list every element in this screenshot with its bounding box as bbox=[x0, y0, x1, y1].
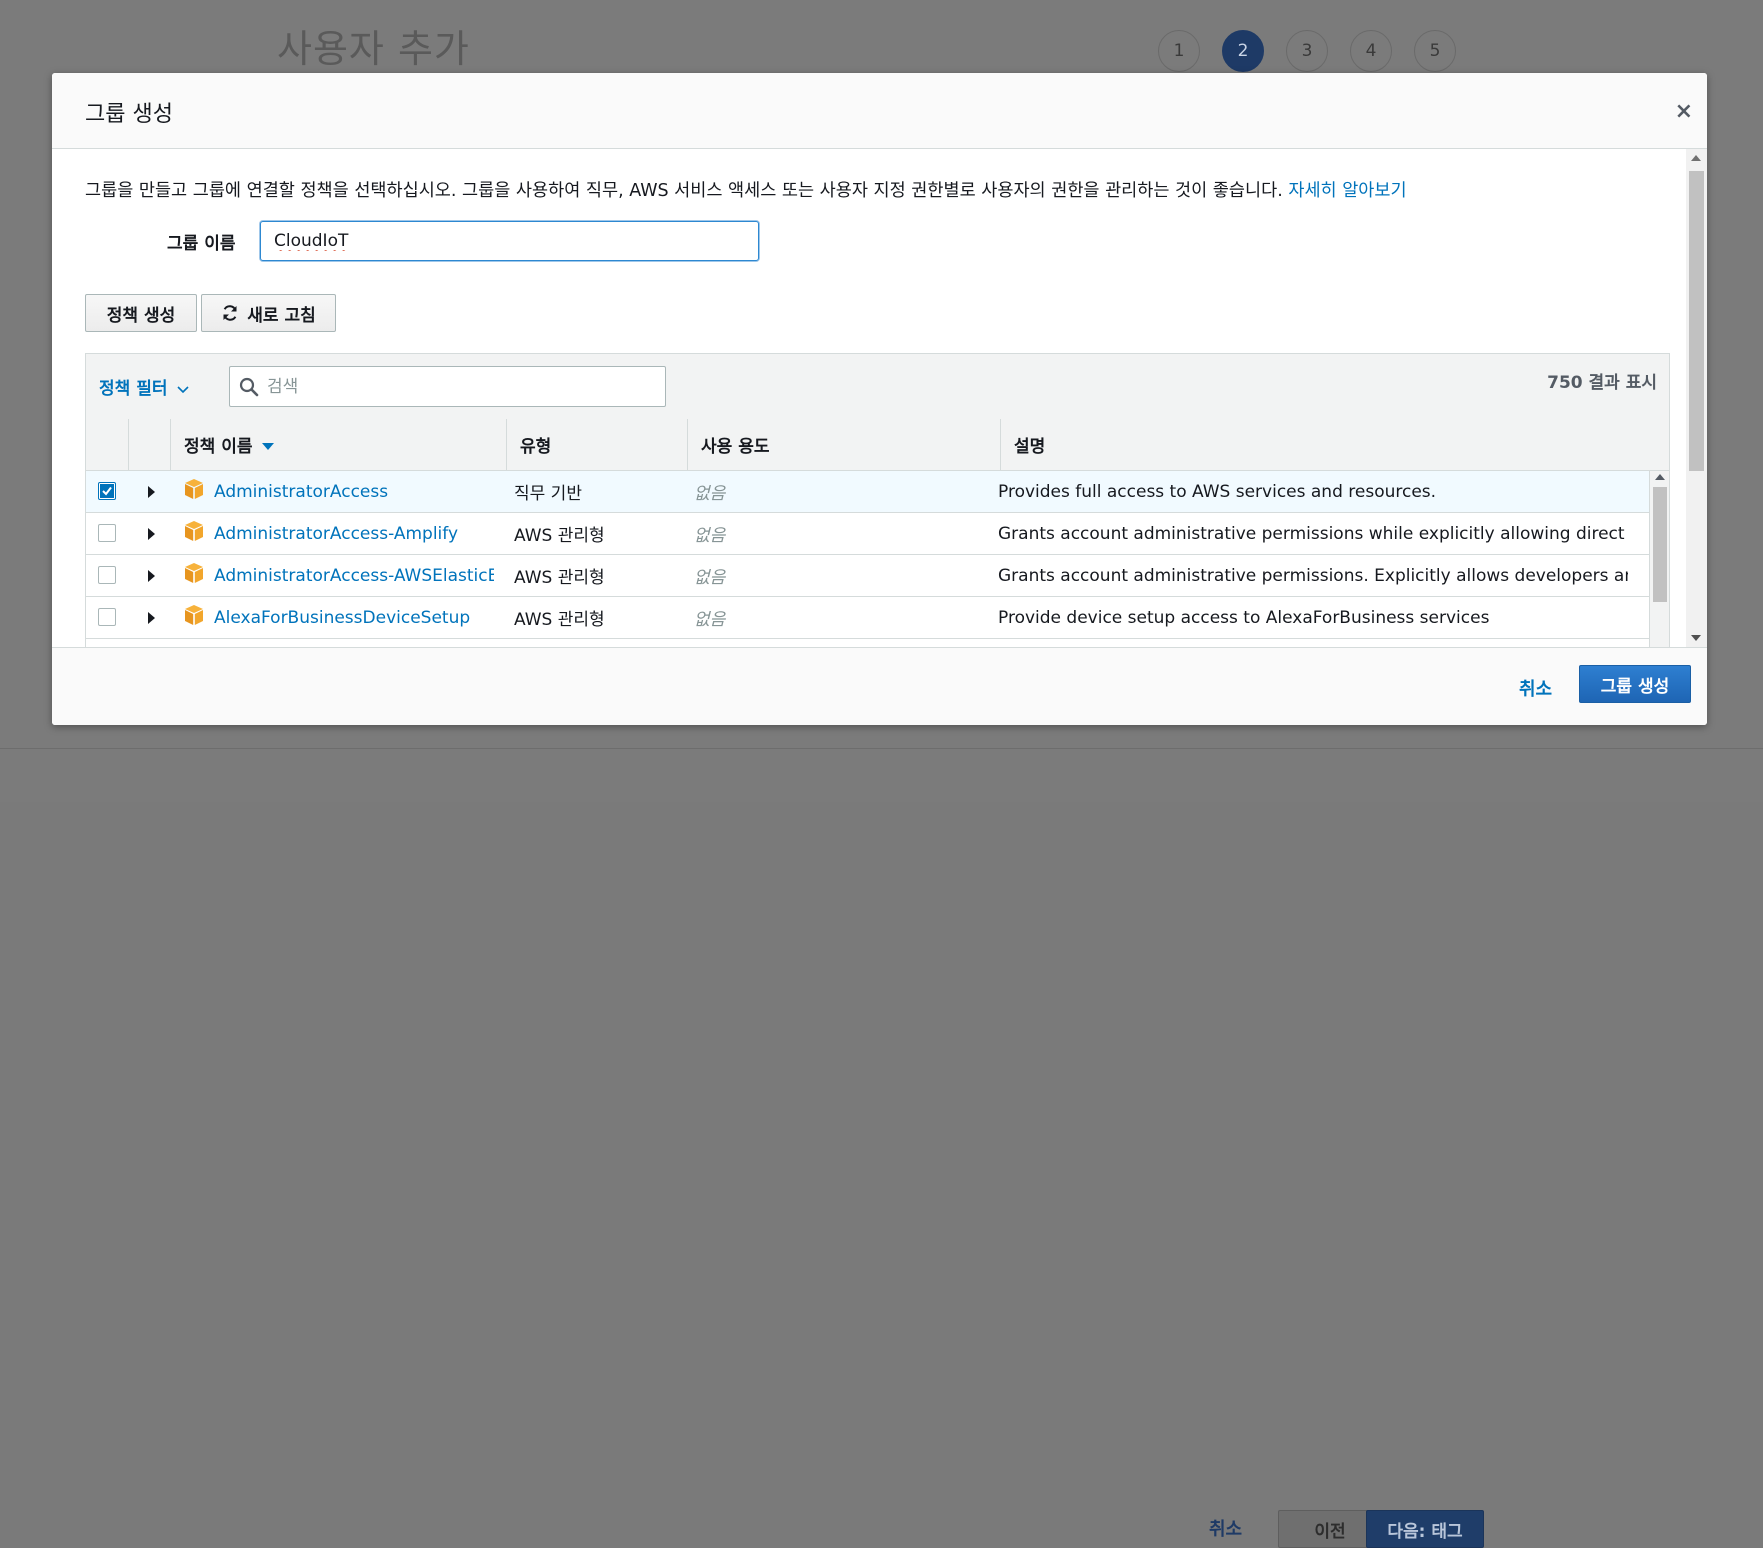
create-policy-label: 정책 생성 bbox=[106, 305, 176, 326]
expand-arrow-icon[interactable] bbox=[148, 528, 155, 540]
header-usage-label: 사용 용도 bbox=[701, 437, 770, 457]
search-icon bbox=[239, 377, 259, 396]
header-expand bbox=[128, 419, 170, 470]
policy-filter-label: 정책 필터 bbox=[99, 379, 168, 399]
policy-name-link[interactable]: AdministratorAccess-AWSElasticB... bbox=[214, 555, 494, 596]
policy-package-icon bbox=[185, 521, 203, 541]
dialog-body: 그룹을 만들고 그룹에 연결할 정책을 선택하십시오. 그룹을 사용하여 직무,… bbox=[52, 149, 1707, 647]
wizard-step-5: 5 bbox=[1414, 30, 1456, 72]
policy-type: AWS 관리형 bbox=[514, 610, 605, 630]
scroll-down-icon[interactable] bbox=[1691, 635, 1701, 641]
refresh-icon bbox=[223, 305, 237, 321]
wizard-step-1: 1 bbox=[1158, 30, 1200, 72]
page-cancel-button: 취소 bbox=[1209, 1519, 1243, 1540]
expand-arrow-icon[interactable] bbox=[148, 612, 155, 624]
policy-type: AWS 관리형 bbox=[514, 526, 605, 546]
wizard-step-3: 3 bbox=[1286, 30, 1328, 72]
table-header: 정책 이름 유형 사용 용도 설명 bbox=[86, 419, 1669, 471]
table-row[interactable]: AlexaForBusinessDeviceSetup AWS 관리형 없음 P… bbox=[86, 597, 1649, 639]
policy-name-link[interactable]: AdministratorAccess-Amplify bbox=[214, 513, 494, 554]
table-row[interactable]: AdministratorAccess-Amplify AWS 관리형 없음 G… bbox=[86, 513, 1649, 555]
expand-arrow-icon[interactable] bbox=[148, 486, 155, 498]
page-footer: 취소 이전 다음: 태그 bbox=[0, 748, 1763, 1548]
create-group-button[interactable]: 그룹 생성 bbox=[1579, 665, 1691, 703]
policy-usage: 없음 bbox=[694, 610, 726, 630]
header-type-label: 유형 bbox=[520, 437, 552, 457]
group-name-label: 그룹 이름 bbox=[167, 234, 236, 254]
dialog-scrollbar[interactable] bbox=[1686, 149, 1707, 647]
row-checkbox[interactable] bbox=[98, 524, 116, 542]
policy-table: 정책 필터 750 결과 표시 정책 bbox=[85, 353, 1670, 647]
result-count: 750 결과 표시 bbox=[1547, 373, 1657, 393]
row-checkbox[interactable] bbox=[98, 482, 116, 500]
policy-usage: 없음 bbox=[694, 526, 726, 546]
table-row[interactable]: AdministratorAccess 직무 기반 없음 Provides fu… bbox=[86, 471, 1649, 513]
policy-name-link[interactable]: AdministratorAccess bbox=[214, 471, 494, 512]
table-row[interactable] bbox=[86, 639, 1649, 647]
search-input[interactable] bbox=[265, 375, 649, 398]
page-next-button: 다음: 태그 bbox=[1366, 1510, 1484, 1548]
header-select bbox=[86, 419, 128, 470]
dialog-description: 그룹을 만들고 그룹에 연결할 정책을 선택하십시오. 그룹을 사용하여 직무,… bbox=[85, 177, 1407, 202]
policy-search bbox=[229, 366, 666, 407]
policy-description: Provide device setup access to AlexaForB… bbox=[998, 607, 1490, 628]
policy-package-icon bbox=[185, 563, 203, 583]
table-toolbar: 정책 필터 750 결과 표시 bbox=[86, 354, 1669, 420]
chevron-down-icon bbox=[177, 385, 190, 393]
row-checkbox[interactable] bbox=[98, 608, 116, 626]
policy-description: Grants account administrative permission… bbox=[998, 523, 1628, 544]
header-type[interactable]: 유형 bbox=[506, 419, 687, 470]
scroll-up-icon[interactable] bbox=[1691, 155, 1701, 161]
expand-arrow-icon[interactable] bbox=[148, 570, 155, 582]
policy-filter-dropdown[interactable]: 정책 필터 bbox=[99, 374, 190, 399]
cancel-button[interactable]: 취소 bbox=[1519, 675, 1552, 701]
wizard-step-2: 2 bbox=[1222, 30, 1264, 72]
table-row[interactable]: AdministratorAccess-AWSElasticB... AWS 관… bbox=[86, 555, 1649, 597]
wizard-steps: 1 2 3 4 5 bbox=[1158, 30, 1456, 72]
dialog-scroll-thumb[interactable] bbox=[1689, 171, 1704, 471]
learn-more-link[interactable]: 자세히 알아보기 bbox=[1288, 181, 1406, 201]
sort-desc-icon bbox=[262, 442, 275, 450]
refresh-button[interactable]: 새로 고침 bbox=[201, 294, 336, 332]
dialog-footer: 취소 그룹 생성 bbox=[52, 647, 1707, 725]
scroll-up-icon[interactable] bbox=[1655, 474, 1665, 480]
dialog-title: 그룹 생성 bbox=[85, 102, 173, 127]
create-policy-button[interactable]: 정책 생성 bbox=[85, 294, 197, 332]
close-icon[interactable]: × bbox=[1675, 99, 1693, 124]
create-group-dialog: 그룹 생성 × 그룹을 만들고 그룹에 연결할 정책을 선택하십시오. 그룹을 … bbox=[52, 73, 1707, 725]
policy-package-icon bbox=[185, 479, 203, 499]
dialog-header: 그룹 생성 × bbox=[52, 73, 1707, 149]
table-scroll-thumb[interactable] bbox=[1653, 487, 1667, 602]
policy-type: 직무 기반 bbox=[514, 484, 582, 504]
wizard-step-4: 4 bbox=[1350, 30, 1392, 72]
header-description[interactable]: 설명 bbox=[1000, 419, 1669, 470]
table-scrollbar[interactable] bbox=[1649, 471, 1669, 647]
description-text: 그룹을 만들고 그룹에 연결할 정책을 선택하십시오. 그룹을 사용하여 직무,… bbox=[85, 181, 1283, 201]
refresh-label: 새로 고침 bbox=[247, 305, 316, 326]
policy-name-link[interactable]: AlexaForBusinessDeviceSetup bbox=[214, 597, 494, 638]
page-title: 사용자 추가 bbox=[277, 27, 470, 71]
row-checkbox[interactable] bbox=[98, 566, 116, 584]
header-policy-name-label: 정책 이름 bbox=[184, 437, 253, 457]
group-name-input[interactable] bbox=[260, 221, 759, 261]
table-body: AdministratorAccess 직무 기반 없음 Provides fu… bbox=[86, 471, 1649, 647]
policy-description: Provides full access to AWS services and… bbox=[998, 481, 1437, 502]
header-usage[interactable]: 사용 용도 bbox=[687, 419, 1000, 470]
policy-usage: 없음 bbox=[694, 484, 726, 504]
policy-description: Grants account administrative permission… bbox=[998, 565, 1628, 586]
policy-type: AWS 관리형 bbox=[514, 568, 605, 588]
header-description-label: 설명 bbox=[1014, 437, 1046, 457]
checkbox-check-icon bbox=[100, 484, 114, 498]
policy-usage: 없음 bbox=[694, 568, 726, 588]
policy-package-icon bbox=[185, 605, 203, 625]
header-policy-name[interactable]: 정책 이름 bbox=[170, 419, 506, 470]
